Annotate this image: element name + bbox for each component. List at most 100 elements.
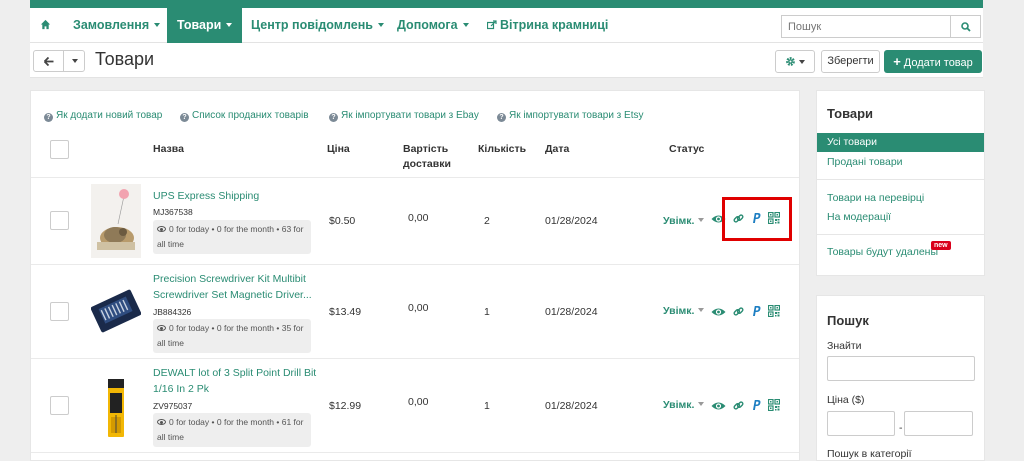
status-dropdown-label: Увімк. — [663, 215, 695, 227]
column-header-quantity[interactable]: Кількість — [478, 142, 526, 157]
find-input[interactable] — [827, 356, 975, 381]
back-button-group — [33, 50, 85, 72]
question-icon: ? — [44, 113, 53, 122]
product-image — [90, 277, 142, 351]
column-header-price[interactable]: Ціна — [327, 142, 350, 157]
new-badge: new — [931, 241, 951, 250]
product-name-link[interactable]: Precision Screwdriver Kit Multibit Screw… — [153, 271, 323, 303]
product-date: 01/28/2024 — [545, 215, 598, 227]
product-shipping: 0,00 — [408, 302, 429, 314]
product-name-link[interactable]: DEWALT lot of 3 Split Point Drill Bit 1/… — [153, 365, 323, 397]
row-divider — [31, 177, 799, 178]
status-dropdown[interactable]: Увімк. — [663, 399, 705, 411]
column-header-status: Статус — [669, 143, 705, 155]
home-nav-button[interactable] — [40, 8, 51, 43]
nav-help-label: Допомога — [397, 18, 458, 32]
settings-button[interactable] — [775, 50, 815, 73]
save-button[interactable]: Зберегти — [821, 50, 880, 73]
product-view-stats: 0 for today • 0 for the month • 61 for a… — [153, 413, 311, 447]
row-checkbox[interactable] — [50, 211, 69, 230]
help-link-import-ebay[interactable]: ? Як імпортувати товари з Ebay — [329, 110, 479, 122]
paypal-button[interactable] — [751, 399, 761, 414]
nav-storefront[interactable]: Вітрина крамниці — [486, 8, 608, 43]
sidebar-item-to-be-deleted[interactable]: Товары будут удалены — [827, 246, 938, 258]
sidebar-item-moderation[interactable]: На модерації — [827, 211, 891, 223]
column-header-date[interactable]: Дата — [545, 142, 569, 157]
chevron-down-icon — [698, 308, 705, 312]
help-link-add-product[interactable]: ? Як додати новий товар — [44, 110, 162, 122]
nav-message-center[interactable]: Центр повідомлень — [251, 8, 384, 43]
add-product-button[interactable]: + Додати товар — [884, 50, 982, 73]
gear-icon — [786, 57, 795, 66]
nav-orders[interactable]: Замовлення — [73, 8, 161, 43]
sidebar-divider — [817, 234, 984, 235]
help-link-import-etsy-label: Як імпортувати товари з Etsy — [509, 110, 644, 121]
product-date: 01/28/2024 — [545, 400, 598, 412]
view-product-button[interactable] — [711, 401, 726, 414]
nav-help[interactable]: Допомога — [397, 8, 469, 43]
help-link-import-ebay-label: Як імпортувати товари з Ebay — [341, 110, 479, 121]
product-thumbnail[interactable] — [91, 184, 141, 258]
sidebar-item-sold-products[interactable]: Продані товари — [827, 156, 903, 168]
product-view-stats: 0 for today • 0 for the month • 35 for a… — [153, 319, 311, 353]
qr-code-button[interactable] — [767, 398, 781, 414]
page-toolbar: Товари Зберегти + Додати товар — [30, 43, 983, 78]
status-dropdown[interactable]: Увімк. — [663, 305, 705, 317]
row-checkbox[interactable] — [50, 302, 69, 321]
back-dropdown-button[interactable] — [64, 51, 85, 71]
qr-code-icon — [767, 304, 781, 318]
qr-code-button[interactable] — [767, 304, 781, 320]
product-date: 01/28/2024 — [545, 306, 598, 318]
copy-link-button[interactable] — [733, 306, 744, 320]
column-header-shipping[interactable]: Вартість доставки — [403, 142, 463, 172]
select-all-checkbox[interactable] — [50, 140, 69, 159]
sidebar-item-all-products[interactable]: Усі товари — [817, 133, 984, 152]
product-price: $0.50 — [329, 215, 356, 227]
chevron-down-icon — [154, 23, 161, 27]
product-thumbnail[interactable] — [91, 371, 141, 445]
products-filter-panel: Товари Усі товари Продані товари Товари … — [816, 90, 985, 276]
price-range-separator: - — [899, 422, 903, 434]
page-title: Товари — [95, 49, 155, 69]
paypal-icon — [753, 400, 761, 410]
row-checkbox[interactable] — [50, 396, 69, 415]
nav-products-label: Товари — [177, 18, 222, 32]
price-min-input[interactable] — [827, 411, 895, 436]
copy-link-button[interactable] — [733, 400, 744, 414]
product-view-stats-text: 0 for today • 0 for the month • 61 for a… — [157, 417, 304, 442]
product-thumbnail[interactable] — [90, 277, 142, 351]
product-shipping: 0,00 — [408, 212, 429, 224]
find-label: Знайти — [827, 340, 862, 352]
sidebar-item-under-review[interactable]: Товари на перевірці — [827, 192, 924, 204]
row-divider — [31, 264, 799, 265]
eye-icon — [157, 325, 166, 331]
search-input[interactable] — [782, 16, 950, 37]
product-sku: JB884326 — [153, 307, 192, 317]
chevron-down-icon — [226, 23, 233, 27]
status-dropdown[interactable]: Увімк. — [663, 215, 705, 227]
product-price: $12.99 — [329, 400, 362, 412]
paypal-icon — [753, 306, 761, 316]
back-button[interactable] — [34, 51, 64, 71]
view-product-button[interactable] — [711, 307, 726, 320]
product-sku: MJ367538 — [153, 207, 193, 217]
product-quantity: 2 — [484, 215, 490, 227]
nav-message-center-label: Центр повідомлень — [251, 18, 373, 32]
nav-orders-label: Замовлення — [73, 18, 150, 32]
paypal-button[interactable] — [751, 305, 761, 320]
eye-icon — [711, 308, 726, 316]
search-button[interactable] — [950, 16, 981, 37]
price-max-input[interactable] — [904, 411, 973, 436]
product-image — [91, 371, 141, 445]
help-link-import-etsy[interactable]: ? Як імпортувати товари з Etsy — [497, 110, 644, 122]
product-name-link[interactable]: UPS Express Shipping — [153, 188, 323, 204]
question-icon: ? — [180, 113, 189, 122]
chevron-down-icon — [462, 23, 469, 27]
eye-icon — [157, 419, 166, 425]
help-link-sold-products[interactable]: ? Список проданих товарів — [180, 110, 309, 122]
nav-products[interactable]: Товари — [167, 8, 243, 43]
product-sku: ZV975037 — [153, 401, 193, 411]
product-shipping: 0,00 — [408, 396, 429, 408]
external-link-icon — [486, 20, 497, 30]
column-header-name[interactable]: Назва — [153, 142, 184, 157]
